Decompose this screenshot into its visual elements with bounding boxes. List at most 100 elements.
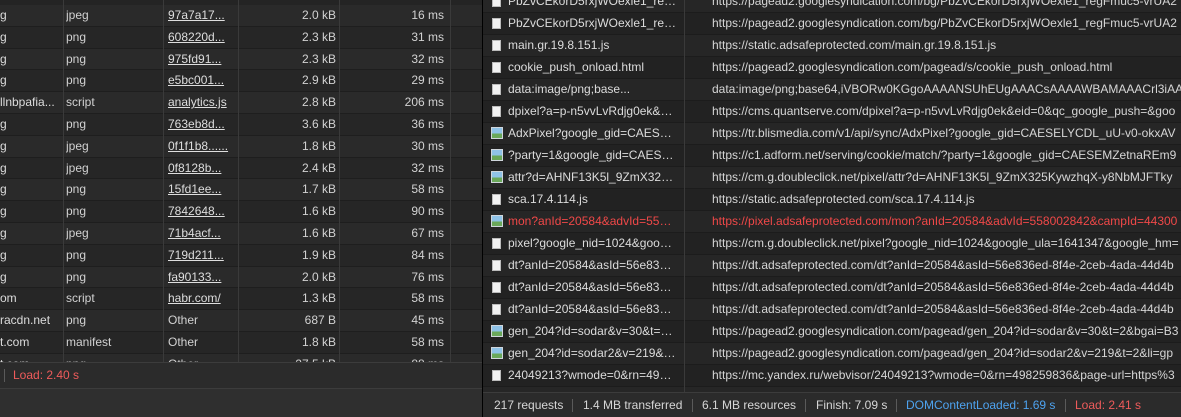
request-time: 32 ms [411,160,444,175]
column-divider[interactable] [684,0,685,417]
document-icon [492,282,501,293]
request-initiator[interactable]: habr.com/ [168,288,234,309]
request-time: 58 ms [411,291,444,306]
status-separator [805,399,806,412]
request-time: 30 ms [411,138,444,153]
document-icon [492,304,501,315]
request-name: gen_204?id=sodar&v=30&t=2&bg... [508,324,678,338]
request-name: ?party=1&google_gid=CAESEMZ... [508,148,678,162]
table-row[interactable]: data:image/png;base... data:image/png;bas… [483,79,1181,101]
request-size: 1.8 kB [301,334,336,349]
request-url: https://cm.g.doubleclick.net/pixel/attr?… [712,170,1173,184]
request-time: 29 ms [411,73,444,88]
table-row[interactable]: g png 763eb8d... 3.6 kB 36 ms [0,113,482,136]
request-name: cookie_push_onload.html [508,60,645,74]
table-row[interactable]: gen_204?id=sodar&v=30&t=2&bg... https://p… [483,321,1181,343]
request-url: data:image/png;base64,iVBORw0KGgoAAAANSU… [712,82,1181,96]
request-url: https://dt.adsafeprotected.com/dt?anId=2… [712,302,1174,316]
request-url: https://pagead2.googlesyndication.com/pa… [712,346,1174,360]
request-initiator[interactable]: 763eb8d... [168,114,234,135]
table-row[interactable]: t.com manifest Other 1.8 kB 58 ms [0,331,482,354]
table-row[interactable]: g jpeg 97a7a17... 2.0 kB 16 ms [0,5,482,27]
column-divider[interactable] [163,0,164,417]
table-row[interactable]: dt?anId=20584&asId=56e836ed-8... https://… [483,255,1181,277]
request-name: sca.17.4.114.js [508,192,588,206]
table-row[interactable]: PbZvCEkorD5rxjWOexle1_regFm... https://pa… [483,0,1181,13]
status-separator [1065,399,1066,412]
table-row[interactable]: pixel?google_nid=1024&google_u... https:/… [483,233,1181,255]
request-initiator[interactable]: 975fd91... [168,49,234,70]
image-icon [491,325,503,337]
table-row[interactable]: dt?anId=20584&asId=56e836ed-8... https://… [483,277,1181,299]
table-row[interactable]: g png e5bc001... 2.9 kB 29 ms [0,70,482,93]
table-row[interactable]: gen_204?id=sodar2&v=219&t=2&l... https://… [483,343,1181,365]
request-url: https://pixel.adsafeprotected.com/mon?an… [712,214,1178,228]
request-type: png [66,247,87,262]
request-initiator[interactable]: e5bc001... [168,70,234,91]
table-row[interactable]: llnbpafia... script analytics.js 2.8 kB 206 … [0,92,482,114]
table-row[interactable]: mon?anId=20584&advId=558002... https://pi… [483,211,1181,233]
table-row[interactable]: main.gr.19.8.151.js https://static.adsafe… [483,35,1181,57]
table-row[interactable]: g jpeg 0f8128b... 2.4 kB 32 ms [0,157,482,180]
request-type: jpeg [66,225,89,240]
request-initiator[interactable]: 719d211... [168,245,234,266]
document-icon [492,238,501,249]
request-initiator[interactable]: 97a7a17... [168,5,234,26]
table-row[interactable]: dt?anId=20584&asId=56e836ed-8... https://… [483,299,1181,321]
request-url: https://cm.g.doubleclick.net/pixel?googl… [712,236,1179,250]
request-initiator[interactable]: 7842648... [168,201,234,222]
request-type: jpeg [66,8,89,22]
request-url: https://static.adsafeprotected.com/main.… [712,38,997,52]
request-name: g [0,116,7,131]
request-name: dt?anId=20584&asId=56e836ed-8... [508,280,678,294]
table-row[interactable]: g png 608220d... 2.3 kB 31 ms [0,26,482,49]
request-initiator[interactable]: fa90133... [168,267,234,288]
request-name: dt?anId=20584&asId=56e836ed-8... [508,302,678,316]
request-time: 206 ms [404,95,444,110]
status-separator [4,369,5,382]
table-row[interactable]: dpixel?a=p-n5vvLvRdjg0ek&eid=... https://… [483,101,1181,123]
request-time: 32 ms [411,51,444,66]
request-name: g [0,8,7,22]
image-icon [491,347,503,359]
table-row[interactable]: AdxPixel?google_gid=CAESELYC... https://t… [483,123,1181,145]
table-row[interactable]: g png 15fd1ee... 1.7 kB 58 ms [0,179,482,202]
request-initiator[interactable]: 0f1f1b8...... [168,136,234,157]
column-divider[interactable] [450,0,451,417]
image-icon [491,149,503,161]
request-name: gen_204?id=sodar2&v=219&t=2&l... [508,346,678,360]
column-divider[interactable] [63,0,64,417]
image-icon [491,215,503,227]
request-initiator[interactable]: 15fd1ee... [168,179,234,200]
column-divider[interactable] [339,0,340,417]
table-row[interactable]: PbZvCEkorD5rxjWOexle1_regFm... https://pa… [483,13,1181,35]
table-row[interactable]: g jpeg 0f1f1b8...... 1.8 kB 30 ms [0,135,482,158]
table-row[interactable]: ?party=1&google_gid=CAESEMZ... https://c1… [483,145,1181,167]
request-initiator[interactable]: 0f8128b... [168,158,234,179]
request-size: 1.6 kB [301,225,336,240]
request-size: 2.8 kB [301,95,336,110]
table-row[interactable]: g png 7842648... 1.6 kB 90 ms [0,201,482,223]
table-row[interactable]: cookie_push_onload.html https://pagead2.g… [483,57,1181,79]
table-row[interactable]: 24049213?wmode=0&rn=498259... https://mc.… [483,365,1181,387]
transferred-size: 1.4 MB transferred [583,398,683,412]
request-type: png [66,313,87,328]
request-size: 2.0 kB [301,269,336,284]
request-size: 1.8 kB [301,138,336,153]
request-initiator[interactable]: 71b4acf... [168,223,234,244]
request-initiator[interactable]: analytics.js [168,92,234,113]
request-initiator[interactable]: 608220d... [168,27,234,48]
table-row[interactable]: om script habr.com/1.3 kB 58 ms [0,288,482,311]
request-type: png [66,116,87,131]
table-row[interactable]: racdn.net png Other 687 B 45 ms [0,310,482,332]
table-row[interactable]: attr?d=AHNF13K5l_9ZmX325Kyw... https://cm… [483,167,1181,189]
table-row[interactable]: g jpeg 71b4acf... 1.6 kB 67 ms [0,222,482,245]
request-name: 24049213?wmode=0&rn=498259... [508,368,678,382]
right-status-bar: 217 requests 1.4 MB transferred 6.1 MB r… [483,392,1181,417]
table-row[interactable]: g png 975fd91... 2.3 kB 32 ms [0,48,482,71]
table-row[interactable]: g png 719d211... 1.9 kB 84 ms [0,244,482,267]
column-divider[interactable] [238,0,239,417]
table-row[interactable]: g png fa90133... 2.0 kB 76 ms [0,266,482,289]
table-row[interactable]: sca.17.4.114.js https://static.adsafeprot… [483,189,1181,211]
request-size: 687 B [304,313,336,328]
